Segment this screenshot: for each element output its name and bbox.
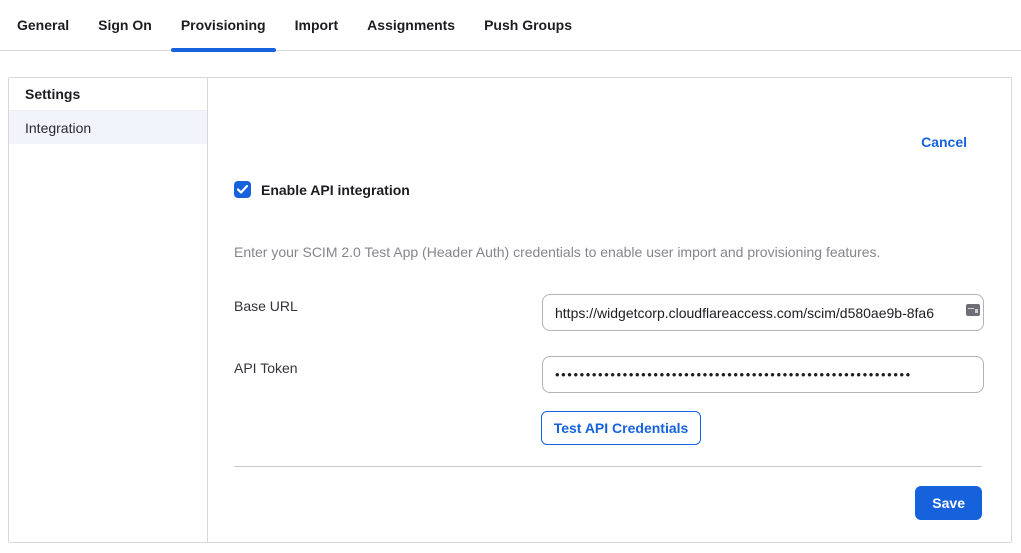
enable-api-checkbox[interactable] [234, 181, 251, 198]
cancel-link[interactable]: Cancel [921, 135, 967, 149]
api-token-label: API Token [234, 360, 298, 376]
api-token-field-wrap [542, 356, 984, 393]
api-token-input[interactable] [542, 356, 984, 393]
tab-provisioning[interactable]: Provisioning [171, 0, 276, 51]
base-url-input[interactable] [542, 294, 984, 331]
tab-push-groups[interactable]: Push Groups [474, 0, 582, 51]
base-url-field-wrap [542, 294, 984, 331]
sidebar-item-label: Integration [25, 120, 91, 136]
text-overflow-indicator-icon [966, 304, 980, 316]
tab-assignments[interactable]: Assignments [357, 0, 465, 51]
enable-api-label: Enable API integration [261, 182, 410, 198]
app-tab-bar: General Sign On Provisioning Import Assi… [0, 0, 1021, 51]
base-url-label: Base URL [234, 298, 298, 314]
sidebar-item-integration[interactable]: Integration [9, 111, 207, 144]
save-button[interactable]: Save [915, 486, 982, 520]
checkmark-icon [237, 185, 248, 194]
test-api-credentials-button[interactable]: Test API Credentials [541, 411, 701, 445]
credentials-description: Enter your SCIM 2.0 Test App (Header Aut… [234, 243, 971, 261]
provisioning-panel: Settings Integration Cancel Enable API i… [8, 77, 1012, 543]
tab-sign-on[interactable]: Sign On [88, 0, 162, 51]
settings-sidebar: Settings Integration [9, 78, 208, 542]
footer-divider [234, 466, 982, 467]
tab-general[interactable]: General [7, 0, 79, 51]
sidebar-header: Settings [9, 78, 207, 111]
tab-import[interactable]: Import [285, 0, 349, 51]
enable-api-row: Enable API integration [234, 181, 410, 198]
